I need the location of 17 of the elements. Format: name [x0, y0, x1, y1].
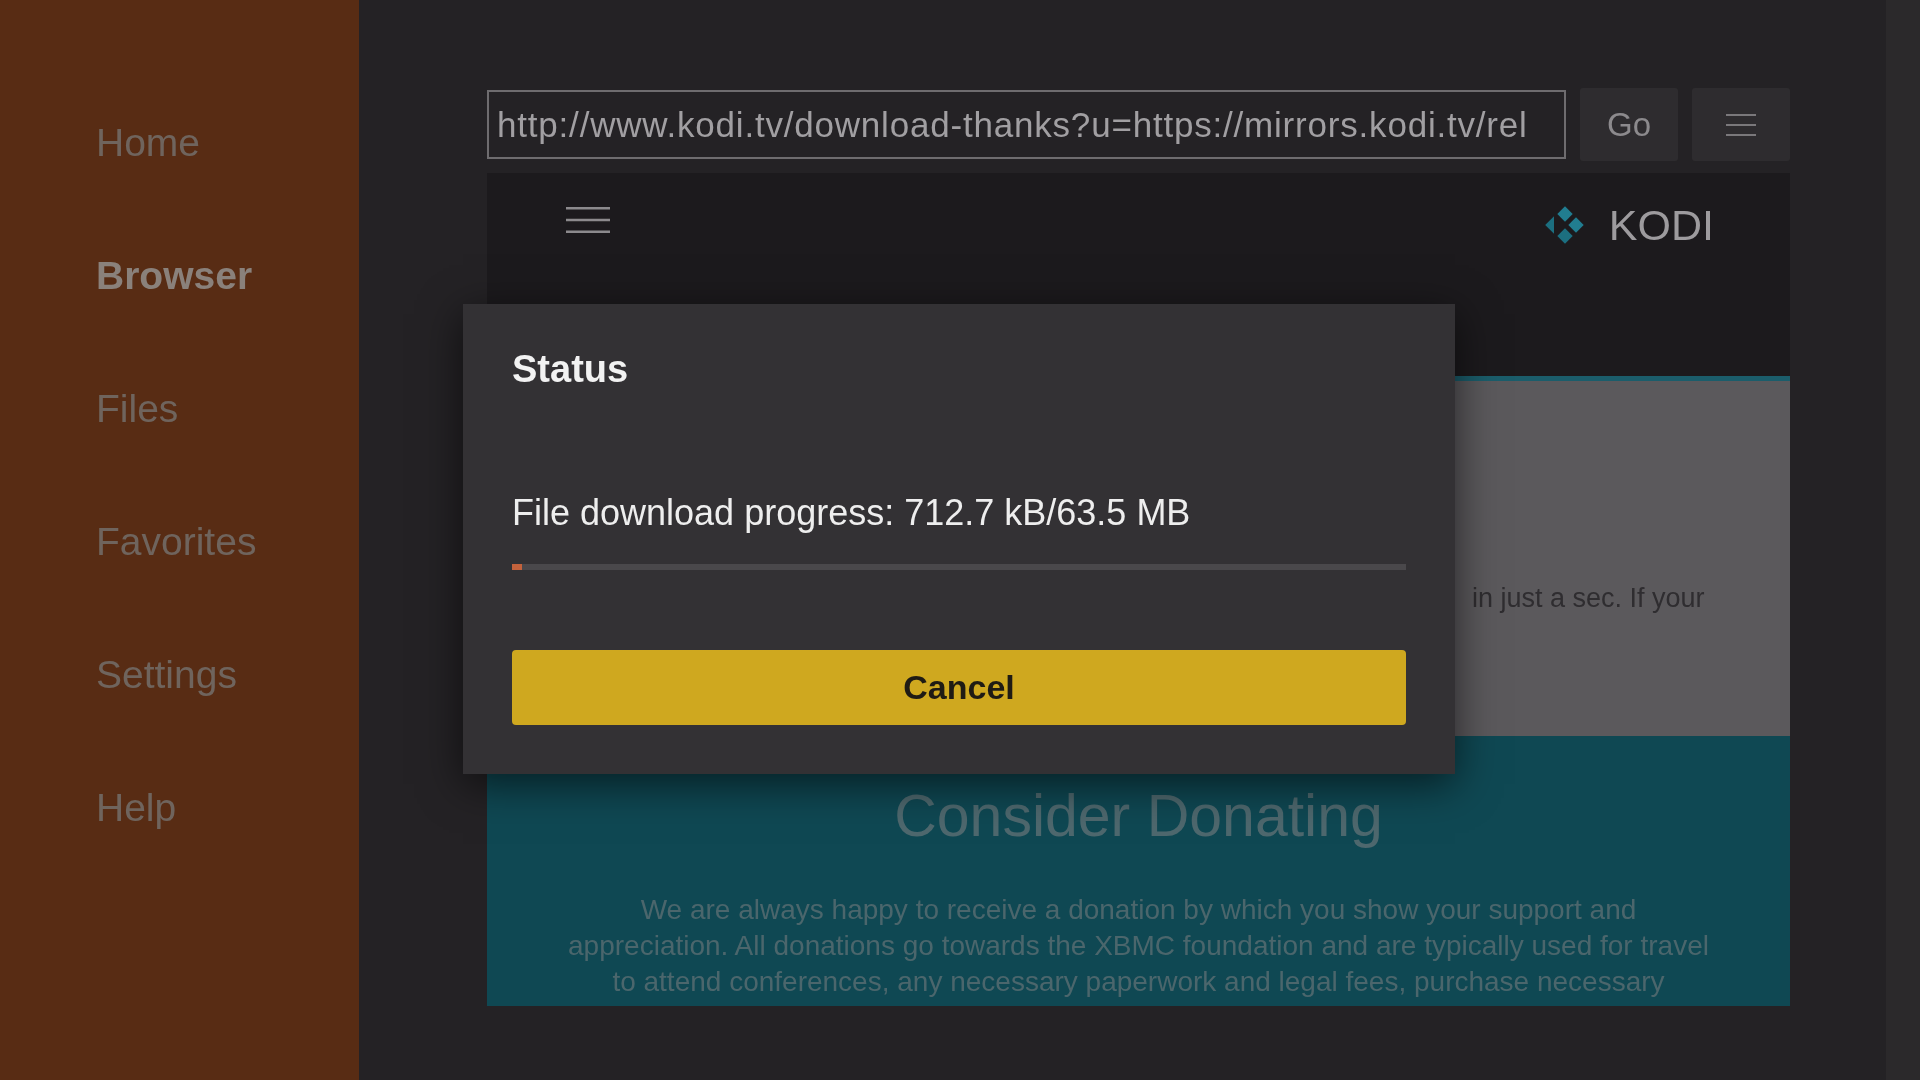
- section-heading: Consider Donating: [894, 782, 1383, 850]
- menu-icon: [1726, 113, 1756, 136]
- sidebar-item[interactable]: Help: [96, 741, 177, 874]
- sidebar-item[interactable]: Settings: [96, 608, 237, 741]
- menu-icon[interactable]: [566, 207, 610, 233]
- sidebar-item[interactable]: Files: [96, 342, 179, 475]
- sidebar-item[interactable]: Browser: [96, 209, 253, 342]
- go-button[interactable]: Go: [1580, 88, 1678, 161]
- logo-text: KODI: [1608, 203, 1714, 247]
- dialog-title: Status: [512, 347, 629, 392]
- sidebar-item[interactable]: Favorites: [96, 475, 257, 608]
- menu-button[interactable]: [1692, 88, 1790, 161]
- cancel-button[interactable]: Cancel: [512, 650, 1406, 725]
- sidebar-item[interactable]: Home: [96, 76, 201, 209]
- progress-message: File download progress: 712.7 kB/63.5 MB: [512, 493, 1191, 533]
- donate-paragraph: We are always happy to receive a donation by which you show your support and appreciation. All donations go towards the XBMC foundation and are typically used for travel to attend conferences, any necessary paperwork and legal fees, purchase necessary: [568, 893, 1709, 999]
- url-field[interactable]: http://www.kodi.tv/download-thanks?u=https://mirrors.kodi.tv/rel: [487, 90, 1566, 159]
